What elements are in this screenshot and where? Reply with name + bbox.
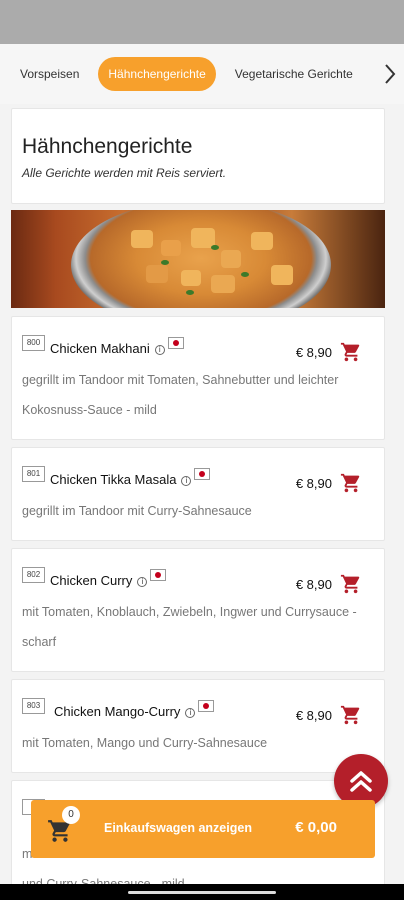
double-chevron-up-icon (350, 771, 372, 792)
info-icon[interactable]: i (137, 576, 148, 587)
dish-card[interactable]: 800 Chicken Makhani i € 8,90 gegrillt im … (11, 316, 385, 440)
japan-flag-icon (150, 569, 167, 581)
section-image (11, 210, 385, 308)
status-bar (0, 0, 404, 44)
section-header: Hähnchengerichte Alle Gerichte werden mi… (11, 108, 385, 204)
dish-price: € 8,90 (295, 708, 332, 723)
japan-flag-icon (167, 337, 184, 349)
dish-name: Chicken Tikka Masala (50, 472, 177, 487)
tab-vorspeisen[interactable]: Vorspeisen (9, 57, 90, 91)
section-title: Hähnchengerichte (22, 135, 193, 158)
japan-flag-icon (194, 468, 211, 480)
dish-description: mit Tomaten, Knoblauch, Zwiebeln, Ingwer… (22, 605, 357, 649)
cart-icon[interactable] (340, 341, 362, 363)
dish-description: mit Tomaten, Mango und Curry-Sahnesauce (22, 736, 268, 750)
cart-icon[interactable] (340, 472, 362, 494)
section-subtitle: Alle Gerichte werden mit Reis serviert. (22, 166, 227, 180)
dish-number: 800 (22, 335, 45, 351)
info-icon[interactable]: i (185, 707, 196, 718)
cart-count-badge: 0 (62, 806, 80, 824)
dish-name: Chicken Makhani (50, 341, 150, 356)
dish-number: 802 (22, 567, 45, 583)
tab-haehnchengerichte[interactable]: Hähnchengerichte (98, 57, 216, 91)
dish-description: gegrillt im Tandoor mit Tomaten, Sahnebu… (22, 373, 339, 417)
cart-total: € 0,00 (295, 819, 337, 836)
dish-name: Chicken Curry (50, 573, 133, 588)
dish-price: € 8,90 (295, 345, 332, 360)
view-cart-button[interactable]: 0 Einkaufswagen anzeigen € 0,00 (31, 800, 375, 858)
chevron-right-icon (385, 64, 396, 84)
dish-card[interactable]: 803 Chicken Mango-Curry i € 8,90 mit Toma… (11, 679, 385, 773)
category-nav: Vorspeisen Hähnchengerichte Vegetarische… (0, 44, 404, 104)
nav-next-button[interactable] (376, 44, 404, 104)
dish-card[interactable]: 802 Chicken Curry i € 8,90 mit Tomaten, K… (11, 548, 385, 672)
japan-flag-icon (198, 700, 215, 712)
info-icon[interactable]: i (181, 475, 192, 486)
dish-number: 803 (22, 698, 45, 714)
system-nav-bar (0, 884, 404, 900)
dish-price: € 8,90 (295, 476, 332, 491)
dish-card[interactable]: 801 Chicken Tikka Masala i € 8,90 gegrill… (11, 447, 385, 541)
dish-description: gegrillt im Tandoor mit Curry-Sahnesauce (22, 504, 252, 518)
dish-name: Chicken Mango-Curry (54, 704, 181, 719)
dish-price: € 8,90 (295, 577, 332, 592)
dish-number: 801 (22, 466, 45, 482)
cart-icon[interactable] (340, 573, 362, 595)
home-indicator[interactable] (128, 891, 276, 894)
tab-vegetarische-gerichte[interactable]: Vegetarische Gerichte (224, 57, 364, 91)
cart-icon[interactable] (340, 704, 362, 726)
info-icon[interactable]: i (154, 344, 165, 355)
cart-label: Einkaufswagen anzeigen (104, 821, 252, 835)
